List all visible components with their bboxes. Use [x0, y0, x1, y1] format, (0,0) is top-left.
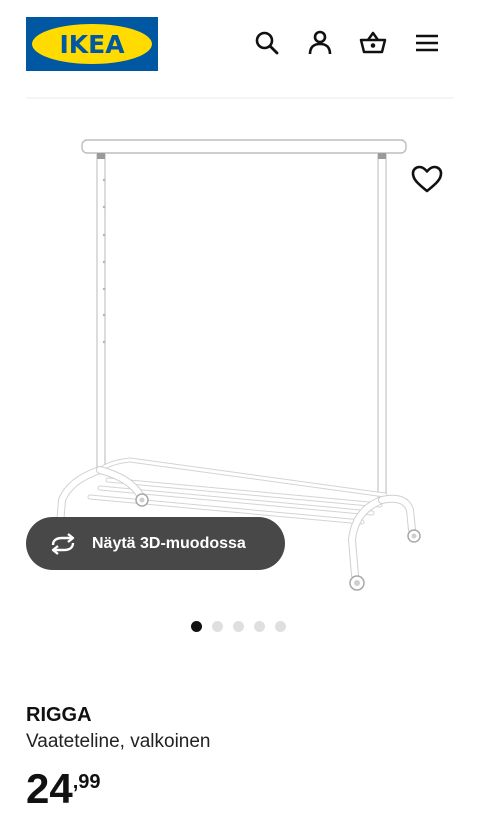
rotate-icon	[48, 532, 78, 556]
ikea-logo[interactable]: IKEA	[26, 17, 158, 71]
product-description: Vaateteline, valkoinen	[26, 731, 211, 752]
favourite-heart-icon[interactable]	[410, 162, 444, 196]
view-3d-label: Näytä 3D-muodossa	[92, 534, 246, 552]
ikea-logo-text: IKEA	[32, 24, 152, 64]
view-3d-button[interactable]: Näytä 3D-muodossa	[26, 517, 285, 570]
gallery-dot-5[interactable]	[275, 621, 286, 632]
product-price: 24 ,99	[26, 767, 456, 811]
gallery-pagination	[191, 621, 286, 632]
menu-icon[interactable]	[412, 28, 442, 58]
price-integer: 24	[26, 765, 73, 812]
gallery-dot-1[interactable]	[191, 621, 202, 632]
gallery-dot-4[interactable]	[254, 621, 265, 632]
search-icon[interactable]	[252, 28, 282, 58]
price-decimal: ,99	[72, 771, 101, 793]
gallery-dot-2[interactable]	[212, 621, 223, 632]
gallery-dot-3[interactable]	[233, 621, 244, 632]
product-summary: RIGGA Vaateteline, valkoinen 24 ,99	[26, 702, 456, 811]
product-name: RIGGA	[26, 704, 92, 726]
header-divider	[26, 97, 454, 99]
user-icon[interactable]	[305, 28, 335, 58]
site-header: IKEA	[0, 0, 480, 90]
basket-icon[interactable]	[358, 28, 388, 58]
